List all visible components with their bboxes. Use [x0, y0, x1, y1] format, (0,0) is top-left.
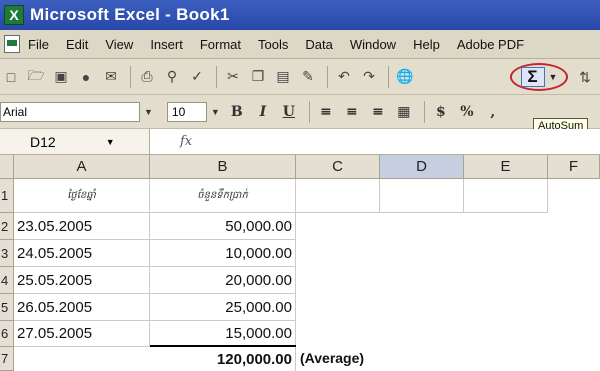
- row-header-2[interactable]: 2: [0, 213, 14, 240]
- paste-icon[interactable]: ▤: [272, 66, 294, 88]
- underline-button[interactable]: U: [278, 104, 300, 120]
- column-header-d[interactable]: D: [380, 155, 464, 179]
- menu-edit[interactable]: Edit: [66, 37, 88, 52]
- copy-icon[interactable]: ❐: [247, 66, 269, 88]
- sort-icon[interactable]: ⇅: [574, 66, 596, 88]
- print-icon[interactable]: ⎙: [136, 66, 158, 88]
- redo-icon[interactable]: ↷: [358, 66, 380, 88]
- permission-icon[interactable]: ●: [75, 66, 97, 88]
- row-header-1[interactable]: 1: [0, 179, 14, 213]
- cell-a2[interactable]: 23.05.2005: [14, 213, 150, 240]
- worksheet-grid[interactable]: A B C D E F 1 2 3 4 5 6 7 ថ្ងៃខែឆ្នាំ ចំ…: [0, 155, 600, 371]
- row-header-3[interactable]: 3: [0, 240, 14, 267]
- print-preview-icon[interactable]: ⚲: [161, 66, 183, 88]
- formula-bar: D12 ▼ fx: [0, 129, 600, 155]
- font-name-box[interactable]: Arial: [0, 101, 140, 122]
- row-header-6[interactable]: 6: [0, 321, 14, 347]
- cell-a6[interactable]: 27.05.2005: [14, 321, 150, 347]
- comma-button[interactable]: ,: [482, 104, 504, 120]
- menu-insert[interactable]: Insert: [150, 37, 183, 52]
- cell-b4[interactable]: 20,000.00: [150, 267, 296, 294]
- cell-a5[interactable]: 26.05.2005: [14, 294, 150, 321]
- align-center-icon[interactable]: ≡: [341, 104, 363, 120]
- merge-center-icon[interactable]: ▦: [393, 104, 415, 120]
- column-header-f[interactable]: F: [548, 155, 600, 179]
- align-left-icon[interactable]: ≡: [315, 104, 337, 120]
- workbook-icon[interactable]: [4, 35, 20, 53]
- cell-a1[interactable]: ថ្ងៃខែឆ្នាំ: [14, 179, 150, 213]
- title-bar: X Microsoft Excel - Book1: [0, 0, 600, 30]
- row-header-4[interactable]: 4: [0, 267, 14, 294]
- name-box-dropdown-icon[interactable]: ▼: [106, 137, 115, 147]
- toolbar-separator: [423, 100, 425, 123]
- select-all-corner[interactable]: [0, 155, 14, 179]
- size-dropdown-icon[interactable]: ▼: [211, 107, 220, 117]
- toolbar-separator: [327, 65, 328, 88]
- cell-a3[interactable]: 24.05.2005: [14, 240, 150, 267]
- column-header-b[interactable]: B: [150, 155, 296, 179]
- excel-app-icon[interactable]: X: [4, 5, 24, 25]
- cell-b7-total[interactable]: 120,000.00: [150, 347, 296, 371]
- toolbar-separator: [130, 65, 131, 88]
- currency-button[interactable]: $: [430, 104, 452, 120]
- open-icon[interactable]: 🗁: [25, 66, 47, 88]
- formatting-toolbar: Arial ▼ 10 ▼ B I U ≡ ≡ ≡ ▦ $ % ,: [0, 95, 600, 129]
- name-box[interactable]: D12 ▼: [0, 129, 150, 154]
- menu-help[interactable]: Help: [413, 37, 440, 52]
- cut-icon[interactable]: ✂: [222, 66, 244, 88]
- hyperlink-icon[interactable]: 🌐: [394, 66, 416, 88]
- font-dropdown-icon[interactable]: ▼: [144, 107, 153, 117]
- column-header-c[interactable]: C: [296, 155, 380, 179]
- standard-toolbar: □ 🗁 ▣ ● ✉ ⎙ ⚲ ✓ ✂ ❐ ▤ ✎ ↶ ↷ 🌐 Σ ▼ ⇅: [0, 59, 600, 95]
- autosum-highlight: Σ ▼: [510, 63, 568, 91]
- cell-b5[interactable]: 25,000.00: [150, 294, 296, 321]
- menu-adobe-pdf[interactable]: Adobe PDF: [457, 37, 524, 52]
- menu-file[interactable]: File: [28, 37, 49, 52]
- new-icon[interactable]: □: [0, 66, 22, 88]
- cell-b1[interactable]: ចំនួនទឹកប្រាក់: [150, 179, 296, 213]
- menu-window[interactable]: Window: [350, 37, 396, 52]
- spelling-icon[interactable]: ✓: [186, 66, 208, 88]
- column-header-a[interactable]: A: [14, 155, 150, 179]
- save-icon[interactable]: ▣: [50, 66, 72, 88]
- cell-b2[interactable]: 50,000.00: [150, 213, 296, 240]
- format-painter-icon[interactable]: ✎: [297, 66, 319, 88]
- cell-b6[interactable]: 15,000.00: [150, 321, 296, 347]
- name-box-value: D12: [30, 133, 56, 150]
- cell-a4[interactable]: 25.05.2005: [14, 267, 150, 294]
- menu-tools[interactable]: Tools: [258, 37, 288, 52]
- undo-icon[interactable]: ↶: [333, 66, 355, 88]
- cell-c1[interactable]: [296, 179, 380, 213]
- column-header-e[interactable]: E: [464, 155, 548, 179]
- email-icon[interactable]: ✉: [100, 66, 122, 88]
- toolbar-separator: [216, 65, 217, 88]
- percent-button[interactable]: %: [456, 104, 478, 120]
- menu-data[interactable]: Data: [305, 37, 332, 52]
- cell-e1[interactable]: [464, 179, 548, 213]
- bold-button[interactable]: B: [226, 104, 248, 120]
- row-header-7[interactable]: 7: [0, 347, 14, 371]
- window-title: Microsoft Excel - Book1: [30, 5, 230, 24]
- menu-view[interactable]: View: [105, 37, 133, 52]
- row-header-5[interactable]: 5: [0, 294, 14, 321]
- toolbar-separator: [388, 65, 389, 88]
- cell-b3[interactable]: 10,000.00: [150, 240, 296, 267]
- toolbar-separator: [308, 100, 310, 123]
- autosum-icon[interactable]: Σ: [520, 67, 545, 87]
- align-right-icon[interactable]: ≡: [367, 104, 389, 120]
- autosum-dropdown-icon[interactable]: ▼: [549, 72, 558, 82]
- italic-button[interactable]: I: [252, 104, 274, 120]
- menu-bar: File Edit View Insert Format Tools Data …: [0, 30, 600, 59]
- cell-d1[interactable]: [380, 179, 464, 213]
- insert-function-icon[interactable]: fx: [180, 134, 192, 149]
- average-note: (Average): [300, 350, 365, 366]
- menu-format[interactable]: Format: [200, 37, 241, 52]
- font-size-box[interactable]: 10: [166, 101, 207, 122]
